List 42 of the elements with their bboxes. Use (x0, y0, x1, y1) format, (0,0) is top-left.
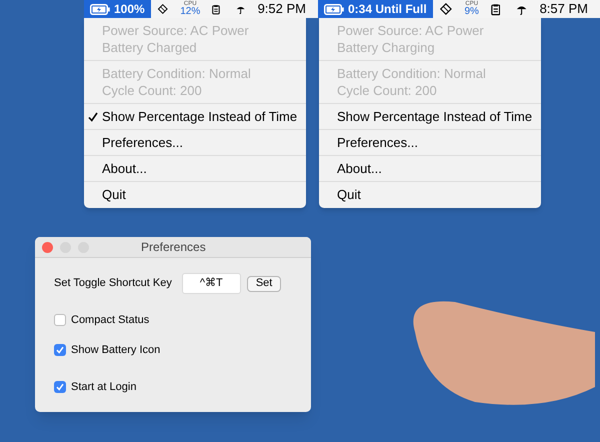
clipboard-icon[interactable] (490, 2, 500, 16)
menu-item-label: Show Percentage Instead of Time (102, 108, 298, 126)
menu-item[interactable]: About... (84, 156, 306, 182)
menu-item-label: Preferences... (102, 134, 183, 152)
clock-time: 8:57 PM (540, 0, 588, 18)
checkbox-label: Show Battery Icon (71, 342, 160, 358)
menu-item[interactable]: About... (319, 156, 541, 182)
cpu-usage: 12% (180, 7, 200, 17)
shortcut-field[interactable]: ^⌘T (182, 273, 241, 294)
checkbox[interactable] (54, 381, 66, 394)
clock-time: 9:52 PM (258, 0, 306, 18)
menu-item-label: Preferences... (337, 134, 418, 152)
menu-item[interactable]: Show Percentage Instead of Time (319, 104, 541, 130)
menu-item-label: Quit (337, 186, 361, 204)
menu-item[interactable]: Quit (84, 182, 306, 208)
cpu-usage: 9% (464, 7, 479, 17)
menu-item-label: About... (102, 160, 147, 178)
menu-item-label: About... (337, 160, 382, 178)
checkbox-label: Compact Status (71, 313, 150, 328)
info-menu-item: Power Source: AC Power Battery Charging (319, 18, 541, 61)
menu-item[interactable]: Preferences... (319, 130, 541, 156)
checkbox[interactable] (54, 344, 66, 356)
shortcut-label: Set Toggle Shortcut Key (54, 276, 172, 292)
battery-icon (90, 4, 110, 14)
menu-item-label: Show Percentage Instead of Time (337, 108, 532, 126)
checkbox-label: Start at Login (71, 380, 136, 395)
info-menu-item: Power Source: AC Power Battery Charged (84, 18, 306, 61)
battery-status-item[interactable]: 100% (84, 0, 151, 18)
battery-icon (324, 4, 344, 14)
window-title: Preferences (141, 239, 206, 256)
diamond-icon[interactable] (156, 2, 168, 16)
menu-item-label: Quit (102, 186, 126, 204)
diamond-icon[interactable] (438, 2, 452, 16)
menu-item[interactable]: Show Percentage Instead of Time (84, 104, 306, 130)
set-button[interactable]: Set (246, 276, 282, 292)
battery-status-item[interactable]: 0:34 Until Full (318, 0, 433, 18)
clipboard-icon[interactable] (212, 2, 220, 16)
menu-item[interactable]: Preferences... (84, 130, 306, 156)
info-menu-item: Battery Condition: Normal Cycle Count: 200 (84, 61, 306, 104)
checkbox[interactable] (54, 314, 66, 326)
menu-item[interactable]: Quit (319, 182, 541, 208)
info-menu-item: Battery Condition: Normal Cycle Count: 200 (319, 61, 541, 104)
